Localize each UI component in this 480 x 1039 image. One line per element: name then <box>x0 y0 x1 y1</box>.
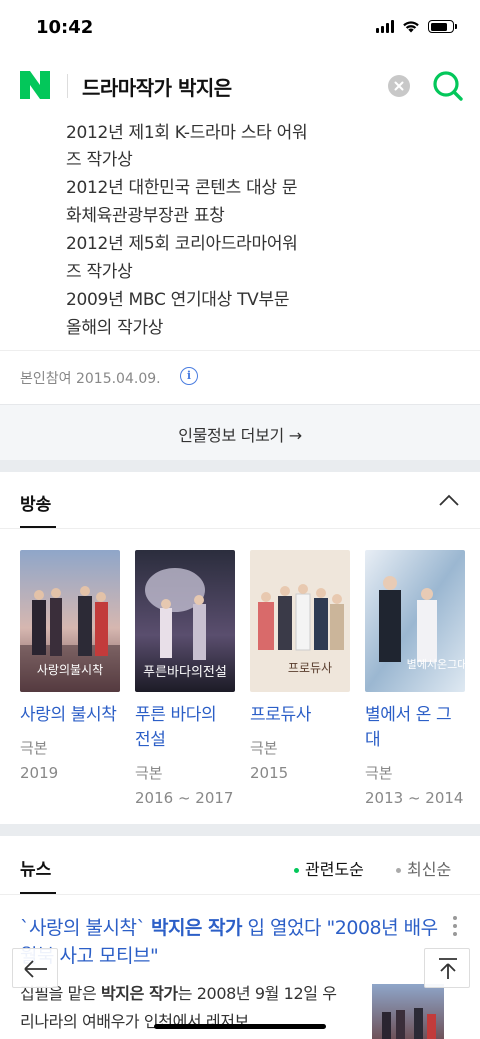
info-icon[interactable]: i <box>180 367 198 385</box>
more-profile-button[interactable]: 인물정보 더보기 → <box>0 404 480 460</box>
chevron-up-icon[interactable] <box>438 492 460 508</box>
scroll-top-button[interactable] <box>424 948 470 988</box>
section-title: 뉴스 <box>20 860 52 880</box>
back-button[interactable] <box>12 948 58 988</box>
awards-list: 2012년 제1회 K-드라마 스타 어워 즈 작가상 2012년 대한민국 콘… <box>0 118 480 350</box>
status-time: 10:42 <box>36 17 94 38</box>
section-title: 방송 <box>20 495 52 515</box>
section-gap <box>0 460 480 472</box>
broadcast-section: 방송 사랑의불시착 사랑의 불시착 극본 2019 푸른바다의전설 푸른 바다의… <box>0 472 480 824</box>
drama-title[interactable]: 프로듀사 <box>250 703 350 728</box>
selected-dot-icon <box>294 868 299 873</box>
drama-role: 극본 <box>135 764 163 782</box>
wifi-icon <box>403 21 419 33</box>
award-line: 화체육관광부장관 표창 <box>66 206 225 226</box>
drama-card[interactable]: 프로듀사 프로듀사 극본 2015 <box>250 550 350 782</box>
headline-text: `사랑의 불시착` <box>20 917 151 939</box>
svg-text:사랑의불시착: 사랑의불시착 <box>37 663 103 677</box>
signal-icon <box>376 20 394 33</box>
snippet-highlight: 박지은 작가 <box>100 984 178 1003</box>
reference-row: 본인참여 2015.04.09. i <box>0 350 480 404</box>
reference-text: 본인참여 2015.04.09. <box>20 371 161 387</box>
drama-role: 극본 <box>20 739 48 757</box>
award-line: 2012년 제5회 코리아드라마어워 <box>66 234 298 254</box>
drama-card[interactable]: 별에서온그대 별에서 온 그대 극본 2013 ~ 2014 <box>365 550 465 807</box>
section-gap <box>0 824 480 836</box>
search-divider <box>67 74 68 98</box>
status-icons <box>376 20 457 33</box>
award-line: 2012년 대한민국 콘텐츠 대상 문 <box>66 178 298 198</box>
drama-years: 2015 <box>250 764 289 782</box>
award-line: 2009년 MBC 연기대상 TV부문 <box>66 290 290 310</box>
drama-poster[interactable]: 푸른바다의전설 <box>135 550 235 692</box>
section-border <box>0 894 480 895</box>
search-input[interactable]: 드라마작가 박지은 <box>82 72 232 101</box>
drama-role: 극본 <box>365 764 393 782</box>
news-headline[interactable]: `사랑의 불시착` 박지은 작가 입 열었다 "2008년 배우 월북 사고 모… <box>20 914 438 970</box>
award-line: 즈 작가상 <box>66 150 133 170</box>
naver-logo[interactable] <box>20 71 50 99</box>
drama-poster[interactable]: 사랑의불시착 <box>20 550 120 692</box>
search-icon[interactable] <box>431 69 465 103</box>
sort-latest-label: 최신순 <box>407 860 452 879</box>
drama-role: 극본 <box>250 739 278 757</box>
drama-poster[interactable]: 프로듀사 <box>250 550 350 692</box>
home-indicator[interactable] <box>154 1024 326 1029</box>
drama-card[interactable]: 푸른바다의전설 푸른 바다의 전설 극본 2016 ~ 2017 <box>135 550 235 807</box>
back-arrow-icon <box>24 960 47 978</box>
clear-icon[interactable] <box>388 75 410 97</box>
award-line: 2012년 제1회 K-드라마 스타 어워 <box>66 123 308 143</box>
drama-years: 2013 ~ 2014 <box>365 789 464 807</box>
sort-latest-option[interactable]: 최신순 <box>396 856 451 880</box>
award-line: 즈 작가상 <box>66 262 133 282</box>
section-border <box>0 528 480 529</box>
news-thumbnail[interactable] <box>372 984 444 1039</box>
scroll-top-icon <box>439 958 457 979</box>
drama-years: 2016 ~ 2017 <box>135 789 234 807</box>
drama-poster[interactable]: 별에서온그대 <box>365 550 465 692</box>
headline-highlight: 박지은 작가 <box>150 917 243 939</box>
drama-title[interactable]: 푸른 바다의 전설 <box>135 703 235 753</box>
search-header: 드라마작가 박지은 <box>0 54 480 120</box>
status-bar: 10:42 <box>0 0 480 54</box>
svg-text:별에서온그대: 별에서온그대 <box>407 658 465 671</box>
more-options-icon[interactable] <box>452 916 458 940</box>
battery-icon <box>428 20 457 33</box>
drama-card[interactable]: 사랑의불시착 사랑의 불시착 극본 2019 <box>20 550 120 782</box>
drama-title[interactable]: 별에서 온 그대 <box>365 703 465 753</box>
sort-relevance-option[interactable]: 관련도순 <box>294 856 364 880</box>
svg-text:푸른바다의전설: 푸른바다의전설 <box>143 665 227 680</box>
news-section: 뉴스 관련도순 최신순 `사랑의 불시착` 박지은 작가 입 열었다 "2008… <box>0 836 480 1039</box>
drama-years: 2019 <box>20 764 59 782</box>
award-line: 올해의 작가상 <box>66 318 164 338</box>
sort-relevance-label: 관련도순 <box>305 860 364 879</box>
drama-title[interactable]: 사랑의 불시착 <box>20 703 120 728</box>
unselected-dot-icon <box>396 868 401 873</box>
svg-text:프로듀사: 프로듀사 <box>288 661 332 675</box>
more-profile-label: 인물정보 더보기 → <box>178 426 302 445</box>
